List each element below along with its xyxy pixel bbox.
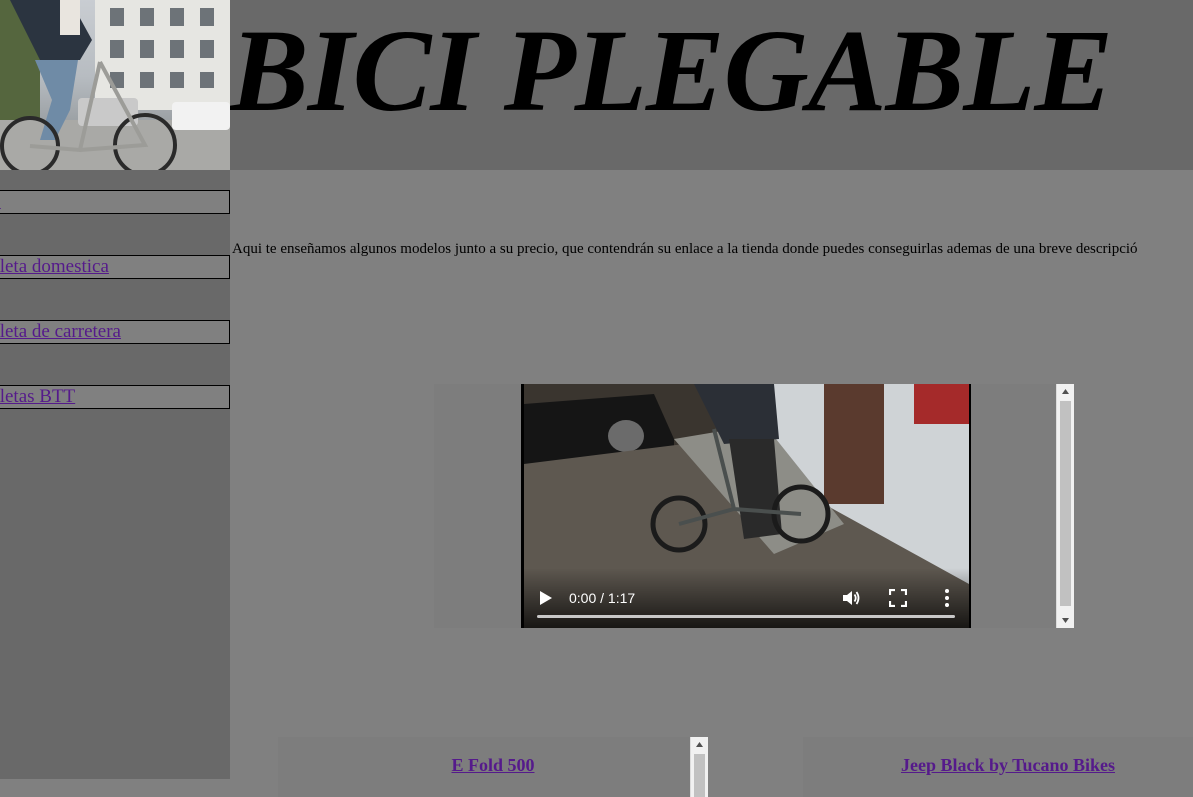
sidebar-item-bicicletas-btt[interactable]: icletas BTT [0,385,230,409]
scroll-thumb[interactable] [694,754,705,797]
sidebar: io icleta domestica icleta de carretera … [0,170,230,779]
video-frame-scrollbar[interactable] [1056,384,1074,628]
page-title: BICI PLEGABLE [230,5,1113,136]
video-time: 0:00 / 1:17 [569,590,636,606]
video-player[interactable]: 0:00 / 1:17 [521,384,971,628]
scroll-up-icon[interactable] [691,737,708,752]
video-frame: 0:00 / 1:17 [434,384,1074,628]
play-icon[interactable] [539,590,553,606]
scroll-down-icon[interactable] [1057,613,1074,628]
sidebar-item-bicicleta-de-carretera[interactable]: icleta de carretera [0,320,230,344]
product-link-jeep-black[interactable]: Jeep Black by Tucano Bikes [803,755,1193,776]
fullscreen-icon[interactable] [889,589,907,607]
sidebar-item-inicio[interactable]: io [0,190,230,214]
sidebar-item-bicicleta-domestica[interactable]: icleta domestica [0,255,230,279]
product-card-e-fold-500: E Fold 500 [278,737,708,797]
product-card-jeep-black: Jeep Black by Tucano Bikes [803,737,1193,797]
scroll-thumb[interactable] [1060,401,1071,606]
volume-icon[interactable] [841,588,861,608]
product-link-e-fold-500[interactable]: E Fold 500 [278,755,708,776]
header-band: BICI PLEGABLE [230,0,1193,170]
video-controls: 0:00 / 1:17 [521,568,971,628]
video-progress-bar[interactable] [537,615,955,618]
intro-text: Aqui te enseñamos algunos modelos junto … [232,241,1138,257]
scroll-up-icon[interactable] [1057,384,1074,399]
sidebar-link-bicicleta-de-carretera[interactable]: icleta de carretera [0,321,229,343]
sidebar-link-inicio[interactable]: io [0,191,229,213]
cyclist-photo-icon [0,0,230,170]
sidebar-link-bicicleta-domestica[interactable]: icleta domestica [0,256,229,278]
header-photo [0,0,230,170]
product-card-scrollbar[interactable] [690,737,708,797]
sidebar-link-bicicletas-btt[interactable]: icletas BTT [0,386,229,408]
more-options-icon[interactable] [941,587,953,609]
